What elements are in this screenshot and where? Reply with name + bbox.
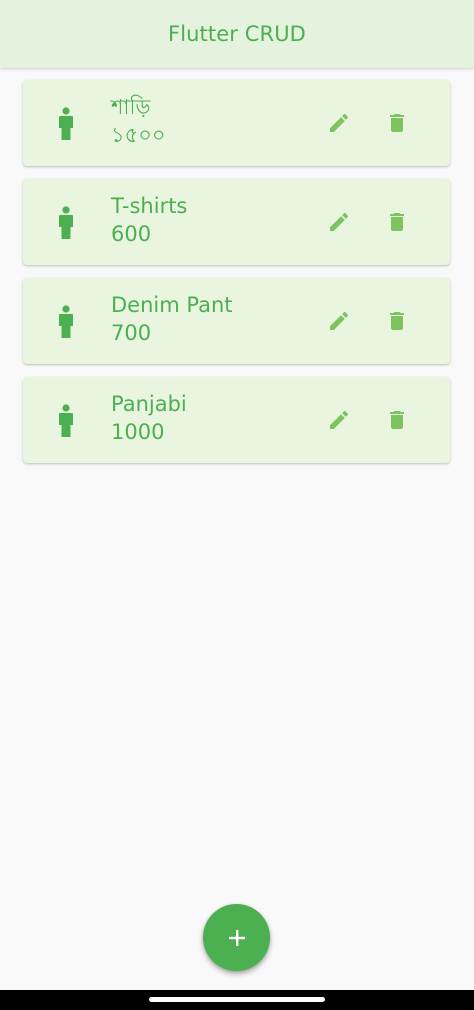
person-icon bbox=[59, 305, 73, 338]
list-item: শাড়ি ১৫০০ bbox=[23, 80, 450, 166]
edit-button[interactable] bbox=[323, 206, 355, 238]
app-bar: Flutter CRUD bbox=[0, 0, 474, 68]
pencil-icon bbox=[330, 113, 349, 132]
delete-button[interactable] bbox=[381, 305, 413, 337]
person-icon bbox=[59, 107, 73, 140]
delete-button[interactable] bbox=[381, 404, 413, 436]
delete-button[interactable] bbox=[381, 206, 413, 238]
item-texts: শাড়ি ১৫০০ bbox=[111, 93, 166, 149]
item-price: ১৫০০ bbox=[111, 123, 166, 147]
trash-icon bbox=[390, 411, 404, 429]
list-item: T-shirts 600 bbox=[23, 179, 450, 265]
item-list: শাড়ি ১৫০০ T-shirts 600 Denim Pant 700 P… bbox=[23, 80, 450, 476]
list-item: Denim Pant 700 bbox=[23, 278, 450, 364]
item-texts: T-shirts 600 bbox=[111, 192, 187, 248]
item-name: Panjabi bbox=[111, 392, 187, 416]
edit-button[interactable] bbox=[323, 404, 355, 436]
person-icon bbox=[59, 404, 73, 437]
item-name: শাড়ি bbox=[111, 95, 151, 119]
item-price: 600 bbox=[111, 222, 152, 246]
edit-button[interactable] bbox=[323, 305, 355, 337]
plus-icon bbox=[228, 929, 245, 946]
pencil-icon bbox=[330, 410, 349, 429]
person-icon bbox=[59, 206, 73, 239]
item-price: 700 bbox=[111, 321, 152, 345]
pencil-icon bbox=[330, 311, 349, 330]
list-item: Panjabi 1000 bbox=[23, 377, 450, 463]
item-texts: Panjabi 1000 bbox=[111, 390, 187, 446]
item-texts: Denim Pant 700 bbox=[111, 291, 233, 347]
add-item-button[interactable] bbox=[203, 904, 270, 971]
item-name: T-shirts bbox=[111, 194, 188, 218]
trash-icon bbox=[390, 312, 404, 330]
home-gesture-handle[interactable] bbox=[149, 997, 325, 1002]
edit-button[interactable] bbox=[323, 107, 355, 139]
system-nav-bar bbox=[0, 990, 474, 1010]
delete-button[interactable] bbox=[381, 107, 413, 139]
pencil-icon bbox=[330, 212, 349, 231]
trash-icon bbox=[390, 213, 404, 231]
item-price: 1000 bbox=[111, 420, 165, 444]
trash-icon bbox=[390, 114, 404, 132]
item-name: Denim Pant bbox=[111, 293, 233, 317]
app-title: Flutter CRUD bbox=[168, 22, 306, 46]
